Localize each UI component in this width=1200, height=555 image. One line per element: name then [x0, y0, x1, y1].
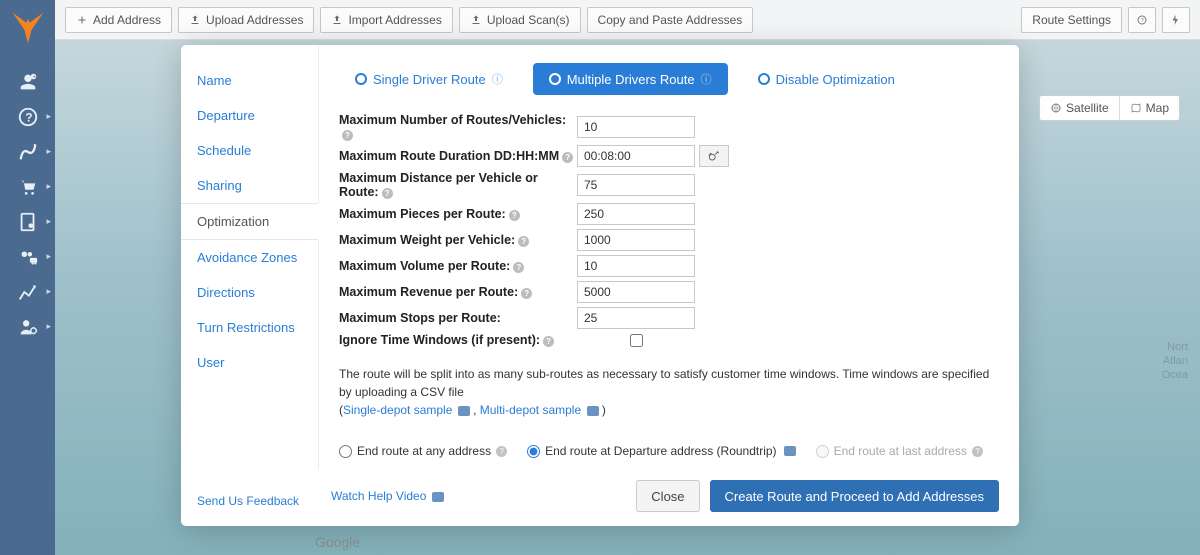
- sidebar-addressbook-icon[interactable]: ▸: [0, 204, 55, 239]
- tab-optimization[interactable]: Optimization: [181, 203, 319, 240]
- sidebar-routes-icon[interactable]: ▸: [0, 134, 55, 169]
- tab-directions[interactable]: Directions: [181, 275, 318, 310]
- max-revenue-input[interactable]: [577, 281, 695, 303]
- multi-depot-sample-link[interactable]: Multi-depot sample: [480, 403, 599, 417]
- single-depot-sample-link[interactable]: Single-depot sample: [343, 403, 470, 417]
- import-addresses-button[interactable]: Import Addresses: [320, 7, 452, 33]
- radio-icon: [549, 73, 561, 85]
- map-button[interactable]: Map: [1119, 96, 1179, 120]
- multiple-drivers-tab[interactable]: Multiple Drivers Routeⓘ: [533, 63, 728, 95]
- tab-name[interactable]: Name: [181, 63, 318, 98]
- radio-icon: [758, 73, 770, 85]
- add-address-label: Add Address: [93, 13, 161, 27]
- help-icon[interactable]: ?: [518, 236, 529, 247]
- sidebar-users-icon[interactable]: +: [0, 64, 55, 99]
- help-icon: ?: [972, 446, 983, 457]
- toolbar-help-icon[interactable]: ?: [1128, 7, 1156, 33]
- sidebar-analytics-icon[interactable]: ▸: [0, 274, 55, 309]
- help-icon[interactable]: ?: [521, 288, 532, 299]
- max-pieces-input[interactable]: [577, 203, 695, 225]
- svg-text:?: ?: [1141, 18, 1144, 24]
- max-routes-input[interactable]: [577, 116, 695, 138]
- help-icon: ⓘ: [492, 71, 503, 87]
- sidebar-fleet-icon[interactable]: ▸: [0, 239, 55, 274]
- tab-schedule[interactable]: Schedule: [181, 133, 318, 168]
- video-icon: [784, 446, 796, 456]
- max-pieces-label: Maximum Pieces per Route:?: [339, 207, 577, 221]
- copy-paste-label: Copy and Paste Addresses: [598, 13, 743, 27]
- watch-help-video-link[interactable]: Watch Help Video: [331, 489, 444, 503]
- tab-departure[interactable]: Departure: [181, 98, 318, 133]
- route-settings-modal: Name Departure Schedule Sharing Optimiza…: [181, 45, 1019, 526]
- help-icon[interactable]: ?: [382, 188, 393, 199]
- video-icon: [432, 492, 444, 502]
- video-icon: [458, 406, 470, 416]
- help-icon[interactable]: ?: [509, 210, 520, 221]
- help-icon[interactable]: ?: [513, 262, 524, 273]
- radio-icon: [355, 73, 367, 85]
- modal-tabs-sidebar: Name Departure Schedule Sharing Optimiza…: [181, 45, 319, 470]
- help-icon: ⓘ: [701, 71, 712, 87]
- end-last-option: End route at last address?: [816, 444, 983, 458]
- upload-addresses-label: Upload Addresses: [206, 13, 303, 27]
- end-any-option[interactable]: End route at any address?: [339, 444, 507, 458]
- max-weight-label: Maximum Weight per Vehicle:?: [339, 233, 577, 247]
- sidebar-help-icon[interactable]: ?▸: [0, 99, 55, 134]
- upload-addresses-button[interactable]: Upload Addresses: [178, 7, 314, 33]
- max-volume-input[interactable]: [577, 255, 695, 277]
- info-text: The route will be split into as many sub…: [339, 365, 999, 419]
- video-icon: [587, 406, 599, 416]
- max-volume-label: Maximum Volume per Route:?: [339, 259, 577, 273]
- ocean-label: Nort Atlan Ocea: [1162, 340, 1188, 382]
- ignore-tw-checkbox[interactable]: [630, 334, 643, 347]
- tab-sharing[interactable]: Sharing: [181, 168, 318, 203]
- help-icon[interactable]: ?: [562, 152, 573, 163]
- max-stops-label: Maximum Stops per Route:: [339, 311, 577, 325]
- help-icon[interactable]: ?: [543, 336, 554, 347]
- ignore-tw-label: Ignore Time Windows (if present):?: [339, 333, 577, 347]
- sidebar-admin-icon[interactable]: ▸: [0, 309, 55, 344]
- map-attribution: Google: [315, 534, 360, 550]
- close-button[interactable]: Close: [636, 480, 699, 512]
- tab-user[interactable]: User: [181, 345, 318, 380]
- map-type-controls: Satellite Map: [1039, 95, 1180, 121]
- send-feedback-link[interactable]: Send Us Feedback: [197, 494, 299, 508]
- top-toolbar: Add Address Upload Addresses Import Addr…: [55, 0, 1200, 40]
- max-stops-input[interactable]: [577, 307, 695, 329]
- svg-text:?: ?: [25, 110, 32, 124]
- end-route-options: End route at any address? End route at D…: [339, 430, 999, 458]
- import-addresses-label: Import Addresses: [348, 13, 441, 27]
- sidebar-cart-icon[interactable]: ▸: [0, 169, 55, 204]
- max-weight-input[interactable]: [577, 229, 695, 251]
- add-address-button[interactable]: Add Address: [65, 7, 172, 33]
- route-type-tabs: Single Driver Routeⓘ Multiple Drivers Ro…: [339, 63, 999, 95]
- single-driver-tab[interactable]: Single Driver Routeⓘ: [339, 63, 519, 95]
- tab-turn-restrictions[interactable]: Turn Restrictions: [181, 310, 318, 345]
- svg-text:+: +: [32, 74, 35, 80]
- upload-scans-button[interactable]: Upload Scan(s): [459, 7, 581, 33]
- help-icon[interactable]: ?: [496, 446, 507, 457]
- end-departure-option[interactable]: End route at Departure address (Roundtri…: [527, 444, 795, 458]
- help-icon[interactable]: ?: [342, 130, 353, 141]
- map-label: Map: [1146, 101, 1169, 115]
- satellite-button[interactable]: Satellite: [1040, 96, 1119, 120]
- create-route-button[interactable]: Create Route and Proceed to Add Addresse…: [710, 480, 999, 512]
- max-distance-input[interactable]: [577, 174, 695, 196]
- route-settings-label: Route Settings: [1032, 13, 1111, 27]
- route-settings-button[interactable]: Route Settings: [1021, 7, 1122, 33]
- upload-scans-label: Upload Scan(s): [487, 13, 570, 27]
- max-distance-label: Maximum Distance per Vehicle or Route:?: [339, 171, 577, 199]
- satellite-label: Satellite: [1066, 101, 1109, 115]
- max-routes-label: Maximum Number of Routes/Vehicles:?: [339, 113, 577, 141]
- app-logo-icon: [10, 10, 46, 46]
- toolbar-bolt-icon[interactable]: [1162, 7, 1190, 33]
- max-duration-label: Maximum Route Duration DD:HH:MM?: [339, 149, 577, 163]
- icon-sidebar: + ?▸ ▸ ▸ ▸ ▸ ▸ ▸: [0, 0, 55, 555]
- disable-optimization-tab[interactable]: Disable Optimization: [742, 64, 911, 95]
- duration-picker-button[interactable]: [699, 145, 729, 167]
- tab-avoidance-zones[interactable]: Avoidance Zones: [181, 240, 318, 275]
- max-duration-input[interactable]: [577, 145, 695, 167]
- max-revenue-label: Maximum Revenue per Route:?: [339, 285, 577, 299]
- copy-paste-button[interactable]: Copy and Paste Addresses: [587, 7, 754, 33]
